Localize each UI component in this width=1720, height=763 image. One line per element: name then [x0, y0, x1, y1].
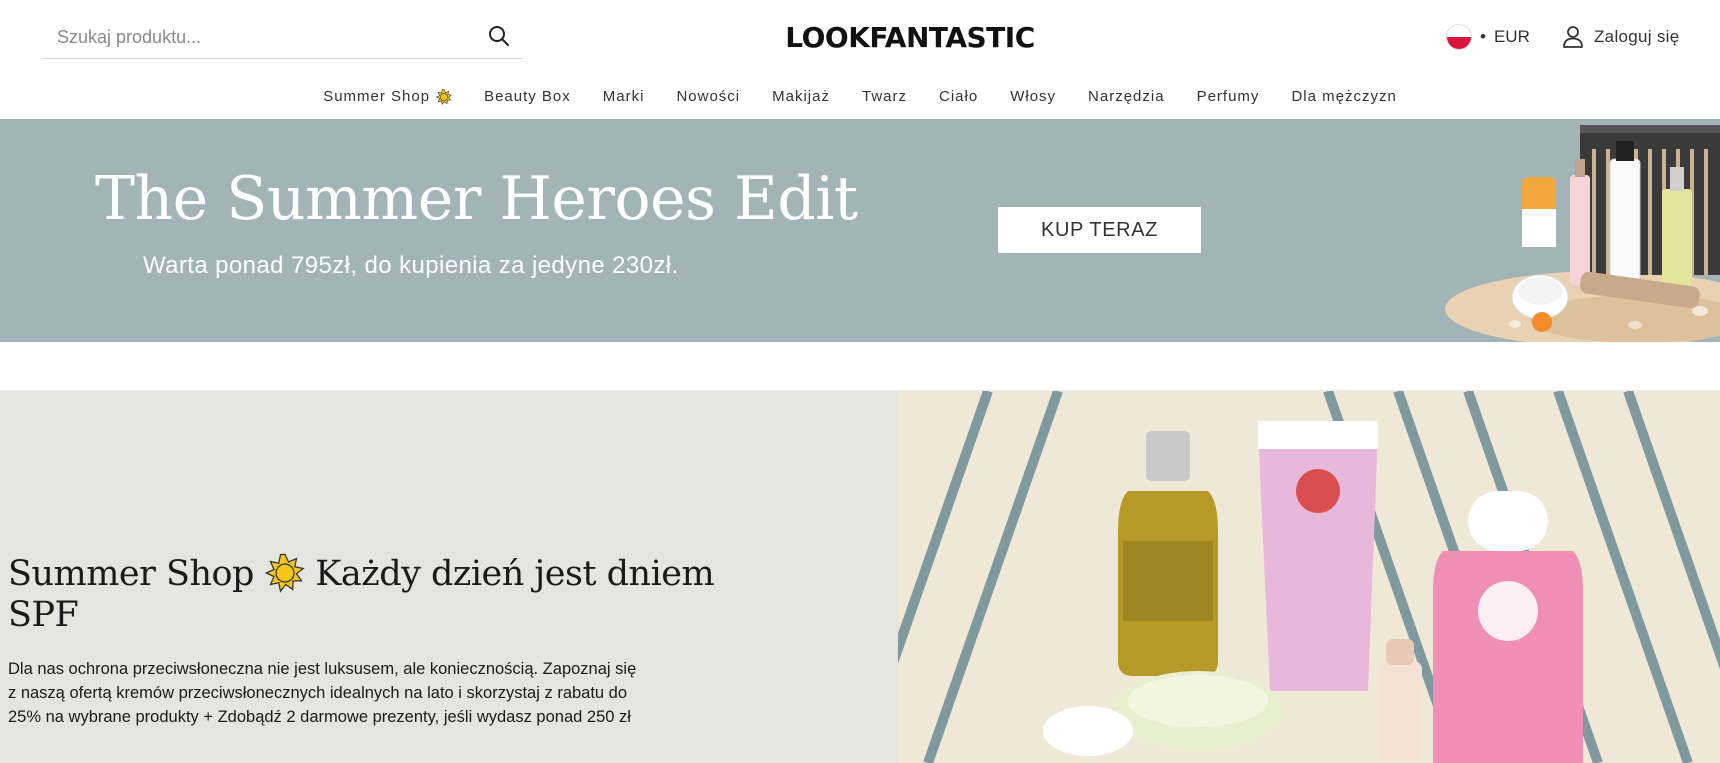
summer-shop-products-image[interactable]: [898, 391, 1720, 763]
summer-shop-section: Summer Shop Każdy dzień jest dniem SPF D…: [0, 390, 1720, 763]
nav-item-perfumy[interactable]: Perfumy: [1181, 80, 1276, 114]
hero-products-image: [1445, 125, 1720, 342]
summer-shop-title-part3: SPF: [8, 595, 79, 635]
site-header: LOOKFANTASTIC • EUR Zaloguj się Summer S…: [0, 0, 1720, 118]
currency-separator: •: [1480, 27, 1486, 46]
nav-item-nowosci[interactable]: Nowości: [660, 80, 756, 114]
nav-item-wlosy[interactable]: Włosy: [994, 80, 1072, 114]
hero-banner[interactable]: The Summer Heroes Edit Warta ponad 795zł…: [0, 119, 1720, 342]
hero-subtitle: Warta ponad 795zł, do kupienia za jedyne…: [143, 252, 679, 279]
summer-shop-title-part1: Summer Shop: [8, 554, 254, 594]
nav-item-dla-mezczyzn[interactable]: Dla mężczyzn: [1275, 80, 1412, 114]
site-logo[interactable]: LOOKFANTASTIC: [760, 18, 1060, 58]
summer-shop-description: Dla nas ochrona przeciwsłoneczna nie jes…: [8, 660, 637, 726]
summer-shop-text-panel: Summer Shop Każdy dzień jest dniem SPF D…: [0, 391, 898, 763]
search-input[interactable]: [55, 22, 469, 52]
sun-icon: [436, 89, 453, 105]
currency-selector[interactable]: • EUR: [1446, 20, 1530, 54]
user-icon: [1563, 26, 1583, 48]
nav-item-label: Summer Shop: [323, 88, 431, 105]
nav-item-makijaz[interactable]: Makijaż: [756, 80, 846, 114]
currency-label: EUR: [1493, 27, 1530, 46]
summer-shop-title-part2: Każdy dzień jest dniem: [315, 554, 715, 594]
poland-flag-icon: [1446, 24, 1472, 50]
products-illustration: [898, 391, 1720, 763]
login-button[interactable]: Zaloguj się: [1562, 20, 1680, 54]
hero-title: The Summer Heroes Edit: [95, 164, 858, 234]
search-bar: [43, 14, 523, 59]
main-navigation: Summer Shop Beauty Box Marki Nowości Mak…: [0, 80, 1720, 114]
nav-item-beauty-box[interactable]: Beauty Box: [468, 80, 587, 114]
summer-shop-title: Summer Shop Każdy dzień jest dniem SPF: [8, 553, 715, 636]
search-icon[interactable]: [487, 24, 511, 48]
login-label: Zaloguj się: [1594, 27, 1680, 46]
buy-now-button[interactable]: KUP TERAZ: [998, 207, 1201, 253]
sun-icon: [264, 553, 305, 593]
nav-item-summer-shop[interactable]: Summer Shop: [307, 80, 468, 114]
nav-item-narzedzia[interactable]: Narzędzia: [1072, 80, 1181, 114]
nav-item-twarz[interactable]: Twarz: [846, 80, 923, 114]
nav-item-marki[interactable]: Marki: [587, 80, 661, 114]
nav-item-cialo[interactable]: Ciało: [923, 80, 994, 114]
